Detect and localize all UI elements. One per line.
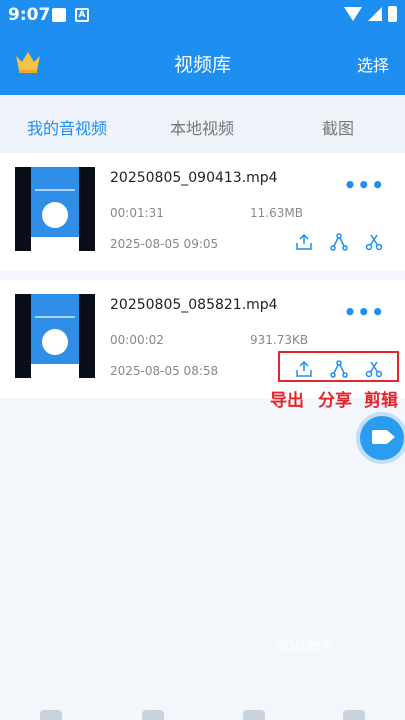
more-icon[interactable]: ••• xyxy=(344,173,385,197)
annotation-cut: 剪辑 xyxy=(364,391,398,411)
wifi-icon xyxy=(344,7,362,21)
tab-bar: 我的音视频 本地视频 截图 xyxy=(0,95,405,153)
video-item[interactable]: 20250805_090413.mp4 00:01:31 11.63MB 202… xyxy=(0,153,405,271)
video-camera-icon xyxy=(372,430,388,444)
nav-item-1[interactable] xyxy=(40,710,62,720)
video-duration: 00:01:31 xyxy=(110,206,164,220)
nav-item-4[interactable] xyxy=(343,710,365,720)
video-date: 2025-08-05 09:05 xyxy=(110,237,219,251)
video-size: 11.63MB xyxy=(250,206,303,220)
video-duration: 00:00:02 xyxy=(110,333,164,347)
export-icon[interactable] xyxy=(295,233,313,251)
video-thumbnail[interactable] xyxy=(15,167,95,251)
actions-highlight-box xyxy=(278,351,399,382)
scissors-icon[interactable] xyxy=(365,233,383,251)
tab-screenshots[interactable]: 截图 xyxy=(322,115,354,139)
select-button[interactable]: 选择 xyxy=(357,52,389,76)
tab-local-video[interactable]: 本地视频 xyxy=(170,115,234,139)
video-size: 931.73KB xyxy=(250,333,309,347)
nav-item-2[interactable] xyxy=(142,710,164,720)
annotation-export: 导出 xyxy=(270,391,304,411)
tab-my-media[interactable]: 我的音视频 xyxy=(27,115,107,139)
more-icon[interactable]: ••• xyxy=(344,300,385,324)
record-video-button[interactable] xyxy=(360,416,404,460)
video-thumbnail[interactable] xyxy=(15,294,95,378)
notification-badge-icon: A xyxy=(75,8,89,22)
notification-icon xyxy=(52,8,66,22)
watermark: ROM助手 xyxy=(275,640,332,655)
page-title: 视频库 xyxy=(173,54,231,76)
signal-icon xyxy=(368,7,382,21)
app-header: 9:07 A 视频库 选择 xyxy=(0,0,405,95)
annotation-share: 分享 xyxy=(318,391,352,411)
video-date: 2025-08-05 08:58 xyxy=(110,364,219,378)
share-icon[interactable] xyxy=(330,233,348,251)
status-time: 9:07 xyxy=(8,5,51,25)
status-indicators xyxy=(344,6,397,22)
video-filename: 20250805_085821.mp4 xyxy=(110,297,278,313)
nav-item-3[interactable] xyxy=(243,710,265,720)
battery-icon xyxy=(388,6,397,22)
video-filename: 20250805_090413.mp4 xyxy=(110,170,278,186)
